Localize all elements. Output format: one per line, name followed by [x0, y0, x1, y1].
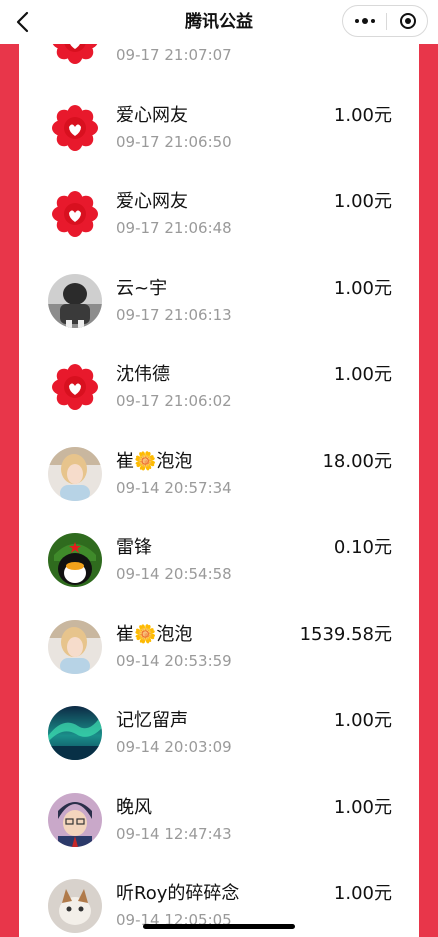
close-miniprogram-button[interactable]: [387, 6, 428, 36]
red-flower-avatar-icon: [48, 187, 102, 241]
donor-name: 记忆留声: [116, 710, 188, 731]
more-dots-icon: [353, 18, 376, 24]
donor-name: 云~宇: [116, 277, 168, 299]
donation-amount: 1.00元: [333, 191, 392, 212]
donation-row: 记忆留声 09-14 20:03:09 1.00元: [19, 684, 419, 771]
donation-row: 崔🌼泡泡 09-14 20:53:59 1539.58元: [19, 598, 419, 685]
donation-amount: 0.10元: [333, 537, 392, 558]
red-flower-avatar-icon: [48, 44, 102, 68]
donation-row: 爱心网友09-17 21:07:071.00元: [19, 44, 419, 79]
donation-amount: 1539.58元: [299, 623, 392, 645]
donation-row: 晚风 09-14 12:47:43 1.00元: [19, 771, 419, 858]
donor-name: 晚风: [116, 796, 152, 818]
donation-row: 崔🌼泡泡 09-14 20:57:34 18.00元: [19, 425, 419, 512]
donation-amount: 1.00元: [333, 883, 392, 904]
donation-list-panel: 爱心网友09-17 21:07:071.00元爱心网友09-17 21:06:5…: [19, 44, 419, 937]
donation-time: 09-17 21:06:50: [116, 132, 232, 151]
user-avatar: [48, 446, 102, 501]
donation-row: 爱心网友 09-17 21:06:48 1.00元: [19, 165, 419, 252]
donation-time: 09-14 12:47:43: [116, 824, 232, 843]
donation-amount: 1.00元: [333, 277, 392, 299]
nav-bar: 腾讯公益: [0, 0, 438, 44]
user-avatar: [48, 706, 102, 760]
donation-amount: 18.00元: [322, 450, 392, 472]
donation-time: 09-17 21:07:07: [116, 46, 232, 64]
donation-time: 09-14 20:03:09: [116, 738, 232, 756]
donation-row: 爱心网友 09-17 21:06:50 1.00元: [19, 79, 419, 166]
donation-time: 09-14 20:54:58: [116, 565, 232, 583]
donation-row: 云~宇 09-17 21:06:13 1.00元: [19, 252, 419, 339]
donation-row: 沈伟德 09-17 21:06:02 1.00元: [19, 338, 419, 425]
donation-amount: 1.00元: [333, 710, 392, 731]
user-avatar: [48, 533, 102, 587]
donor-name: 爱心网友: [116, 191, 188, 212]
donor-name: 崔🌼泡泡: [116, 450, 193, 472]
donor-name: 雷锋: [116, 537, 152, 558]
user-avatar: [48, 792, 102, 847]
donation-time: 09-14 20:53:59: [116, 651, 232, 670]
donor-name: 沈伟德: [116, 364, 170, 385]
donation-time: 09-17 21:06:02: [116, 392, 232, 410]
user-avatar: [48, 879, 102, 933]
more-button[interactable]: [343, 6, 386, 36]
miniprogram-capsule: [342, 5, 428, 37]
target-circle-icon: [399, 13, 416, 29]
user-avatar: [48, 619, 102, 674]
donation-amount: 1.00元: [333, 364, 392, 385]
donor-name: 崔🌼泡泡: [116, 623, 193, 645]
donor-name: 爱心网友: [116, 104, 188, 126]
donation-list: 爱心网友09-17 21:07:071.00元爱心网友09-17 21:06:5…: [19, 44, 419, 937]
user-avatar: [48, 273, 102, 328]
red-flower-avatar-icon: [48, 100, 102, 155]
donor-name: 听Roy的碎碎念: [116, 883, 240, 904]
donation-amount: 1.00元: [333, 104, 392, 126]
donation-row: 雷锋 09-14 20:54:58 0.10元: [19, 511, 419, 598]
donation-amount: 1.00元: [333, 796, 392, 818]
red-flower-avatar-icon: [48, 360, 102, 414]
home-indicator[interactable]: [143, 924, 295, 929]
donation-time: 09-14 20:57:34: [116, 478, 232, 497]
donation-time: 09-17 21:06:48: [116, 219, 232, 237]
donation-time: 09-17 21:06:13: [116, 305, 232, 324]
